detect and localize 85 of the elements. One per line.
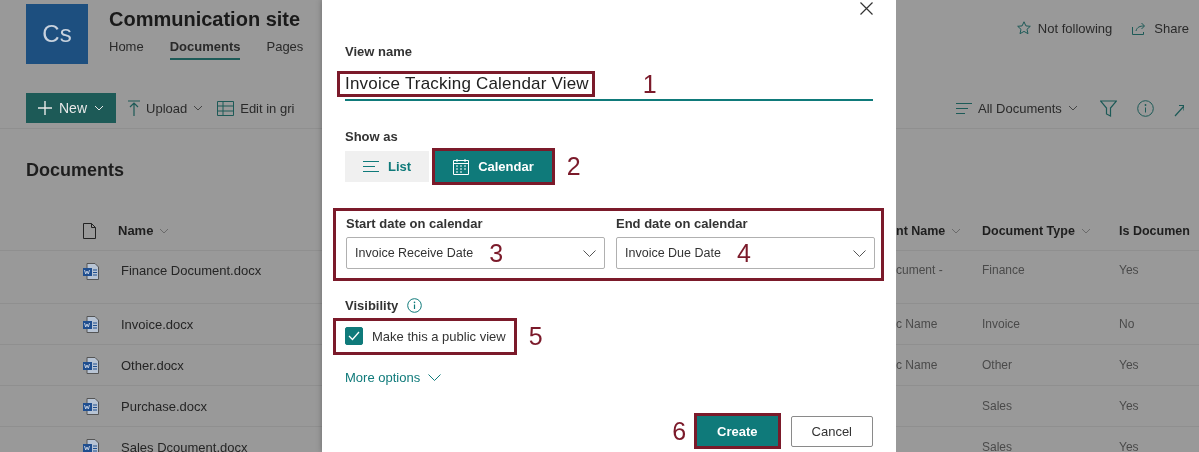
create-button[interactable]: Create	[697, 416, 778, 446]
list-icon	[363, 161, 379, 172]
document-icon	[83, 438, 99, 452]
chevron-down-icon	[428, 374, 442, 381]
document-link[interactable]: Other.docx	[121, 357, 184, 373]
column-header[interactable]: Name	[118, 223, 154, 238]
field-label: End date on calendar	[616, 216, 748, 231]
library-title: Documents	[26, 159, 124, 181]
document-link[interactable]: Purchase.docx	[121, 398, 207, 414]
more-options-link[interactable]: More options	[345, 370, 442, 385]
document-icon	[83, 356, 99, 374]
list-view-button[interactable]: List	[345, 151, 430, 182]
table-cell: Yes	[1119, 358, 1139, 372]
table-cell: Other	[982, 358, 1012, 372]
step-number: 2	[566, 154, 581, 179]
new-button[interactable]: New	[26, 93, 116, 123]
table-cell: Sales	[982, 440, 1013, 452]
date-dropdown[interactable]: Invoice Receive Date 3	[346, 237, 605, 269]
view-selector[interactable]: All Documents	[954, 100, 1080, 116]
caret-icon	[159, 227, 170, 234]
close-icon[interactable]	[860, 2, 873, 15]
column-header[interactable]: Document Type	[982, 223, 1075, 238]
caret-icon	[951, 227, 962, 234]
site-logo[interactable]: Cs	[26, 4, 88, 64]
table-cell: Yes	[1119, 399, 1139, 413]
nav-link[interactable]: Documents	[169, 39, 241, 60]
table-cell: Sales	[982, 399, 1013, 413]
upload-icon	[128, 100, 140, 116]
calendar-icon	[453, 158, 470, 175]
document-link[interactable]: Finance Document.docx	[121, 263, 262, 278]
caret-icon	[583, 249, 596, 257]
field-label: Start date on calendar	[346, 216, 483, 231]
checkbox[interactable]	[345, 327, 363, 345]
document-icon	[83, 315, 99, 333]
dropdown-value: Invoice Due Date	[625, 246, 721, 260]
field-label: Visibility	[345, 298, 399, 313]
plus-icon	[38, 101, 52, 115]
document-icon	[83, 263, 99, 280]
list-icon	[956, 102, 972, 114]
checkbox-label: Make this a public view	[372, 328, 506, 344]
field-label: View name	[345, 44, 412, 59]
dropdown-value: Invoice Receive Date	[355, 246, 474, 260]
file-icon	[83, 222, 96, 239]
column-header[interactable]: nt Name	[896, 223, 946, 238]
filter-icon[interactable]	[1099, 99, 1117, 117]
document-icon	[83, 397, 99, 415]
info-icon[interactable]	[1136, 99, 1154, 117]
caret-icon	[1080, 227, 1091, 234]
table-cell: Yes	[1119, 263, 1139, 277]
follow-button[interactable]: Not following	[1016, 20, 1113, 36]
upload-button[interactable]: Upload	[126, 100, 206, 116]
step-number: 4	[736, 240, 751, 266]
chevron-down-icon	[193, 105, 204, 111]
site-title: Communication site	[109, 8, 302, 31]
chevron-down-icon	[94, 105, 104, 111]
table-cell: c Name	[896, 317, 938, 331]
nav-link[interactable]: Home	[109, 39, 144, 60]
cancel-button[interactable]: Cancel	[790, 415, 873, 447]
table-cell: cument -	[896, 263, 943, 277]
caret-icon	[853, 249, 866, 257]
field-label: Show as	[345, 129, 398, 144]
document-link[interactable]: Invoice.docx	[121, 316, 194, 332]
table-cell: Yes	[1119, 440, 1139, 452]
table-cell: c Name	[896, 358, 938, 372]
table-cell: Finance	[982, 263, 1025, 277]
edit-grid-button[interactable]: Edit in gri	[215, 100, 297, 116]
nav-link[interactable]: Pages	[266, 39, 304, 60]
document-link[interactable]: Sales Dcoument.docx	[121, 439, 248, 452]
table-cell: Invoice	[982, 317, 1021, 331]
table-cell: No	[1119, 317, 1135, 331]
star-icon	[1016, 21, 1031, 35]
chevron-down-icon	[1067, 105, 1078, 111]
column-header[interactable]: Is Documen	[1119, 223, 1190, 238]
share-icon	[1132, 21, 1148, 35]
calendar-view-button[interactable]: Calendar	[435, 151, 552, 182]
step-number: 6	[672, 418, 687, 444]
view-name-field[interactable]: Invoice Tracking Calendar View 1	[345, 69, 873, 101]
field-value: Invoice Tracking Calendar View	[345, 74, 589, 94]
step-number: 5	[528, 324, 543, 349]
share-button[interactable]: Share	[1132, 20, 1189, 36]
grid-icon	[217, 100, 235, 116]
step-number: 1	[642, 71, 657, 97]
date-dropdown[interactable]: Invoice Due Date 4	[616, 237, 875, 269]
info-icon[interactable]	[407, 298, 423, 313]
step-number: 3	[489, 240, 504, 266]
